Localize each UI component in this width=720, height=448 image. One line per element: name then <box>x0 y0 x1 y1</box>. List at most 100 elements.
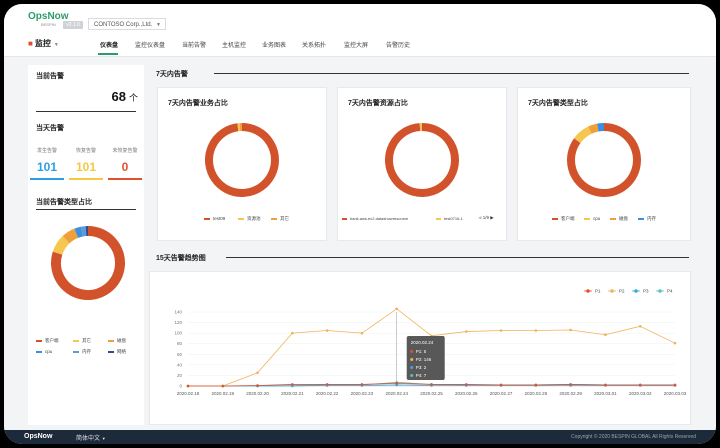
tooltip-line: P3: 2 <box>416 365 427 370</box>
donut-card-business: 7天内告警业务占比 test09 资源池 其它 <box>157 87 327 241</box>
data-point[interactable] <box>325 329 329 332</box>
data-point[interactable] <box>291 331 294 335</box>
legend-memory[interactable]: 内存 <box>73 349 91 355</box>
org-selector[interactable]: CONTOSO Corp.,Ltd. ▼ <box>88 18 166 30</box>
donut-slice[interactable] <box>574 126 592 144</box>
donut-slice[interactable] <box>81 226 87 237</box>
tooltip-marker <box>410 358 414 361</box>
legend-label: P4 <box>667 289 673 294</box>
data-point[interactable] <box>673 341 677 345</box>
stat-label-recovered: 恢复告警 <box>75 148 96 154</box>
x-tick-label: 2020.03.03 <box>664 391 687 396</box>
module-selector[interactable]: ■ 监控 ▼ <box>28 38 59 49</box>
legend-swatch <box>108 339 114 342</box>
x-tick-label: 2020.02.25 <box>420 391 443 396</box>
legend-client[interactable]: 客户端 <box>36 338 59 344</box>
legend-label: test09 <box>213 216 226 221</box>
legend-swatch <box>36 339 42 342</box>
legend-cpu[interactable]: cpu <box>36 349 52 354</box>
legend-label: 磁盘 <box>619 216 628 221</box>
data-point[interactable] <box>395 382 399 385</box>
donut-slice[interactable] <box>385 123 459 197</box>
data-point[interactable] <box>325 383 329 386</box>
tab-topology[interactable]: 关系拓扑 <box>302 40 326 49</box>
tab-big-screen[interactable]: 监控大屏 <box>344 40 368 49</box>
data-point[interactable] <box>395 307 399 311</box>
business-donut <box>205 123 279 197</box>
language-selector[interactable]: 简体中文 ▼ <box>76 433 106 442</box>
legend-client[interactable]: 客户端 <box>552 216 575 222</box>
chevron-left-icon[interactable]: ◀ <box>478 215 481 220</box>
data-point[interactable] <box>638 324 642 328</box>
data-point[interactable] <box>291 383 294 386</box>
data-point[interactable] <box>360 331 364 335</box>
tab-current-alerts[interactable]: 当前告警 <box>182 40 206 49</box>
chevron-right-icon[interactable]: ▶ <box>490 215 493 220</box>
data-point[interactable] <box>499 383 503 387</box>
legend-swatch <box>108 350 114 353</box>
legend-cpu[interactable]: cpu <box>584 216 600 221</box>
legend-marker[interactable] <box>658 289 662 293</box>
donut-slice[interactable] <box>74 226 84 238</box>
legend-swatch <box>271 217 277 220</box>
legend-marker[interactable] <box>634 289 638 293</box>
data-point[interactable] <box>673 383 677 387</box>
tab-dashboard[interactable]: 仪表盘 <box>100 40 118 49</box>
donut-slice[interactable] <box>597 123 605 132</box>
y-tick-label: 100 <box>174 331 182 336</box>
x-tick-label: 2020.02.24 <box>385 391 408 396</box>
data-point[interactable] <box>186 384 190 388</box>
legend-resource-pool[interactable]: 资源池 <box>238 216 261 222</box>
legend-other[interactable]: 其它 <box>73 338 91 344</box>
stat-bar-raised <box>30 178 64 180</box>
data-point[interactable] <box>464 330 468 333</box>
legend-other[interactable]: 其它 <box>271 216 289 222</box>
data-point[interactable] <box>569 328 572 332</box>
tab-business-charts[interactable]: 业务图表 <box>262 40 286 49</box>
tab-alert-history[interactable]: 告警历史 <box>386 40 410 49</box>
x-tick-label: 2020.02.26 <box>455 391 478 396</box>
tooltip-line: P1: 5 <box>416 349 427 354</box>
data-point[interactable] <box>569 383 572 386</box>
data-point[interactable] <box>499 329 503 332</box>
legend-test09[interactable]: test09 <box>204 216 225 221</box>
language-label: 简体中文 <box>76 436 101 442</box>
data-point[interactable] <box>256 371 259 375</box>
donut-slice[interactable] <box>62 228 79 244</box>
data-point[interactable] <box>464 383 468 386</box>
tab-host-monitor[interactable]: 主机监控 <box>222 40 246 49</box>
legend-disk[interactable]: 磁盘 <box>108 338 126 344</box>
donut-slice[interactable] <box>52 236 70 255</box>
content-area: 当前告警 68 个 当天告警 发生告警 恢复告警 未恢复告警 101 101 0 … <box>4 57 716 430</box>
data-point[interactable] <box>604 333 607 337</box>
card-title: 7天内告警类型占比 <box>528 100 588 107</box>
legend-swatch <box>238 217 244 220</box>
legend-resource-1[interactable]: bank.aws.ec2.datashowresource <box>342 216 408 221</box>
donut-slice[interactable] <box>588 123 599 134</box>
legend-network[interactable]: 网络 <box>108 349 126 355</box>
y-tick-label: 60 <box>177 352 183 357</box>
donut-slice[interactable] <box>205 123 279 197</box>
legend-swatch <box>342 217 347 220</box>
data-point[interactable] <box>221 384 225 388</box>
data-point[interactable] <box>534 383 538 387</box>
data-point[interactable] <box>534 329 538 332</box>
tooltip-marker <box>410 374 414 377</box>
legend-swatch <box>73 339 79 342</box>
legend-marker[interactable] <box>586 289 590 293</box>
legend-label: 客户端 <box>561 216 575 221</box>
stat-value-unrecovered: 0 <box>121 160 129 174</box>
legend-label: test0716-1 <box>444 216 463 221</box>
legend-pager[interactable]: ◀ 1/9 ▶ <box>478 215 494 221</box>
data-point[interactable] <box>256 384 259 387</box>
data-point[interactable] <box>604 383 607 387</box>
data-point[interactable] <box>360 383 364 386</box>
tab-monitor-dashboard[interactable]: 监控仪表盘 <box>135 40 165 49</box>
legend-memory[interactable]: 内存 <box>638 216 656 222</box>
legend-disk[interactable]: 磁盘 <box>610 216 628 222</box>
data-point[interactable] <box>430 383 433 386</box>
data-point[interactable] <box>638 383 642 387</box>
legend-marker[interactable] <box>610 289 614 293</box>
legend-resource-2[interactable]: test0716-1 <box>436 216 463 221</box>
footer: OpsNow 简体中文 ▼ Copyright © 2020 BESPIN GL… <box>4 430 716 444</box>
